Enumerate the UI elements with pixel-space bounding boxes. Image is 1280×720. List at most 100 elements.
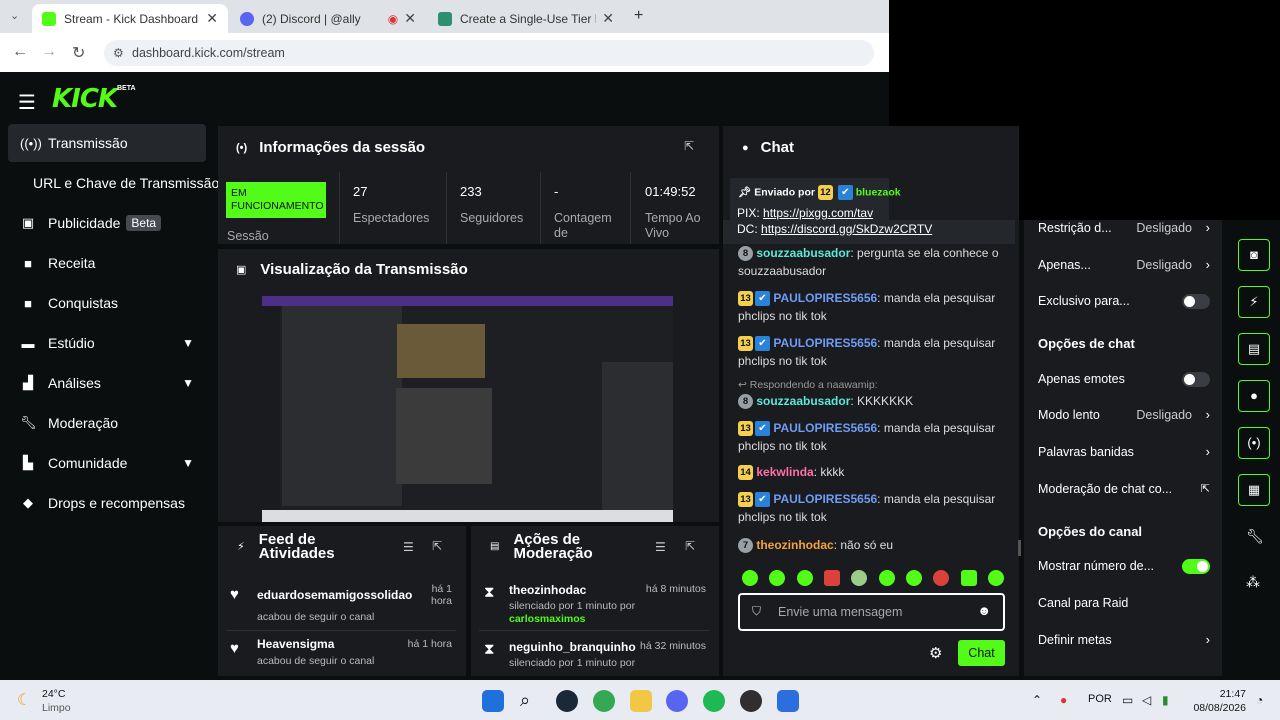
exclusive-toggle[interactable] [1182,294,1210,309]
emote-icon[interactable] [987,570,1004,586]
weather-icon[interactable]: ☾ [17,690,31,710]
language-indicator[interactable]: POR [1088,693,1112,705]
chrome-icon[interactable] [593,690,615,712]
kick-logo[interactable]: KICK [52,84,118,114]
filter-icon[interactable]: ☰ [403,540,414,554]
spotify-icon[interactable] [703,690,725,712]
start-icon[interactable] [482,690,504,712]
chat-input[interactable]: ⛉ Envie uma mensagem ☻ [738,593,1005,631]
sidebar-item-comunidade[interactable]: ▙ Comunidade ▼ [8,444,206,482]
emote-icon[interactable] [823,570,840,586]
broadcast-icon[interactable]: (•) [1238,427,1270,459]
community-icon[interactable]: ⁂ [1246,574,1260,591]
emote-icon[interactable] [933,570,950,586]
back-icon[interactable]: ← [12,43,28,61]
wrench-icon[interactable]: 🔧︎ [1246,528,1264,545]
feed-user[interactable]: eduardosemamigossolidao [257,588,412,602]
site-info-icon[interactable]: ⚙ [113,40,124,66]
microphone-icon[interactable]: ● [1060,693,1067,707]
discord-icon[interactable] [666,690,688,712]
pinned-user[interactable]: bluezaok [856,186,901,198]
emote-icon[interactable] [796,570,813,586]
emotes-only-toggle[interactable] [1182,372,1210,387]
new-tab-button[interactable]: + [634,7,643,25]
sidebar-item-conquistas[interactable]: ■ Conquistas [8,284,206,322]
chevron-up-icon[interactable]: ⌃ [1032,693,1042,707]
sidebar-item-drops[interactable]: ◆ Drops e recompensas [8,484,206,522]
emote-icon[interactable] [742,570,758,586]
mod-by-user[interactable]: carlosmaximos [509,613,585,625]
volume-icon[interactable]: ◁ [1142,693,1151,707]
steam-icon[interactable] [556,690,578,712]
discord-link[interactable]: https://discord.gg/SkDzw2CRTV [761,222,932,236]
emote-icon[interactable] [878,570,895,586]
lightning-icon[interactable]: ⚡ [1238,286,1270,318]
feed-user[interactable]: Heavensigma [257,637,334,651]
battery-icon[interactable]: ▮ [1162,693,1169,707]
chat-user[interactable]: PAULOPIRES5656 [773,336,877,350]
gear-icon[interactable]: ⚙ [929,644,942,662]
banned-words-row[interactable]: Palavras banidas › [1038,443,1210,461]
chat-user[interactable]: PAULOPIRES5656 [773,492,877,506]
clock-date[interactable]: 08/08/2026 [1188,702,1246,714]
popout-icon[interactable]: ⇱ [684,139,694,153]
file-explorer-icon[interactable] [630,690,652,712]
menu-icon[interactable]: ☰ [18,90,36,115]
pix-link[interactable]: https://pixgg.com/tav [763,206,873,220]
popout-icon[interactable]: ⇱ [685,539,695,553]
emote-icon[interactable] [851,570,868,586]
raid-channel-row[interactable]: Canal para Raid [1038,594,1210,612]
emoji-icon[interactable]: ☻ [977,603,991,618]
network-icon[interactable]: ▭ [1122,693,1133,707]
popout-icon[interactable]: ⇱ [432,539,442,553]
sidebar-item-receita[interactable]: ■ Receita [8,244,206,282]
tab-search-icon[interactable]: ⌄ [10,9,19,22]
camera-icon[interactable]: ◙ [1238,239,1270,271]
chat-user[interactable]: souzzaabusador [756,394,850,408]
restriction-row[interactable]: Restrição d... Desligado › [1038,219,1210,237]
notification-icon[interactable]: ◔ [1256,693,1263,707]
document-icon[interactable]: ▤ [1238,333,1270,365]
chat-user[interactable]: PAULOPIRES5656 [773,421,877,435]
tab-tierlist[interactable]: Create a Single-Use Tier List (Pri ✕ [428,4,624,33]
sidebar-item-transmissao[interactable]: ((•)) Transmissão [8,124,206,162]
chevron-right-icon: › [1205,632,1210,647]
address-bar[interactable]: ⚙ dashboard.kick.com/stream [104,40,874,66]
stream-preview[interactable] [262,296,673,522]
close-icon[interactable]: ✕ [206,10,218,27]
chat-user[interactable]: PAULOPIRES5656 [773,291,877,305]
set-goals-row[interactable]: Definir metas › [1038,631,1210,649]
forward-icon[interactable]: → [41,43,57,61]
mod-user[interactable]: theozinhodac [509,583,586,597]
search-icon[interactable]: ⌕ [520,690,542,712]
close-icon[interactable]: ✕ [602,10,614,27]
chat-icon[interactable]: ● [1238,380,1270,412]
slow-mode-row[interactable]: Modo lento Desligado › [1038,406,1210,424]
chat-user[interactable]: souzzaabusador [756,246,850,260]
show-number-toggle[interactable] [1182,559,1210,574]
only-row[interactable]: Apenas... Desligado › [1038,256,1210,274]
reload-icon[interactable]: ↻ [72,43,85,63]
close-icon[interactable]: ✕ [404,10,416,27]
sidebar-item-publicidade[interactable]: ▣ Publicidade Beta [8,204,206,242]
layout-icon[interactable]: ▦ [1238,474,1270,506]
clock-time[interactable]: 21:47 [1208,688,1246,700]
chat-user[interactable]: theozinhodac [756,538,833,552]
emote-icon[interactable] [769,570,786,586]
obs-icon[interactable] [740,690,762,712]
send-chat-button[interactable]: Chat [958,640,1005,666]
mod-user[interactable]: neguinho_branquinho [509,640,636,654]
tab-kick-dashboard[interactable]: Stream - Kick Dashboard ✕ [32,4,228,33]
chat-user[interactable]: kekwlinda [756,465,813,479]
sidebar-item-moderacao[interactable]: 🔧︎ Moderação [8,404,206,442]
resize-handle[interactable] [1018,540,1021,556]
sidebar-item-estudio[interactable]: ▬ Estúdio ▼ [8,324,206,362]
tab-discord[interactable]: (2) Discord | @ally ◉ ✕ [230,4,426,33]
sidebar-item-url-chave[interactable]: URL e Chave de Transmissão [8,164,219,202]
app-icon[interactable] [777,690,799,712]
emote-icon[interactable] [960,570,977,586]
sidebar-item-analises[interactable]: ▟ Análises ▼ [8,364,206,402]
filter-icon[interactable]: ☰ [655,540,666,554]
emote-icon[interactable] [905,570,922,586]
chat-moderation-row[interactable]: Moderação de chat co... ⇱ [1038,480,1210,498]
